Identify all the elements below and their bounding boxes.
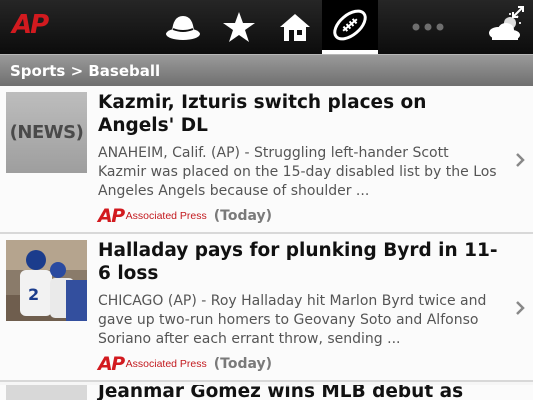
- source-name: Associated Press: [125, 210, 207, 222]
- news-thumbnail: (NEWS): [6, 92, 87, 173]
- news-thumbnail-label: (NEWS): [9, 122, 84, 143]
- article-thumbnail: [6, 385, 87, 400]
- breadcrumb[interactable]: Sports > Baseball: [0, 54, 533, 86]
- star-icon[interactable]: [211, 0, 267, 54]
- ap-logo[interactable]: AP: [12, 10, 49, 40]
- chevron-right-icon[interactable]: [515, 300, 525, 316]
- ap-source-logo: AP: [98, 205, 125, 227]
- article-source: AP Associated Press (Today): [98, 353, 272, 375]
- article-summary: CHICAGO (AP) - Roy Halladay hit Marlon B…: [98, 293, 487, 347]
- hat-icon[interactable]: [155, 0, 211, 54]
- list-item[interactable]: 2 Halladay pays for plunking Byrd in 11-…: [0, 234, 533, 382]
- source-name: Associated Press: [125, 358, 207, 370]
- chevron-right-icon[interactable]: [515, 152, 525, 168]
- list-item[interactable]: (NEWS) Kazmir, Izturis switch places on …: [0, 86, 533, 234]
- article-summary: ANAHEIM, Calif. (AP) - Struggling left-h…: [98, 145, 497, 199]
- article-list: (NEWS) Kazmir, Izturis switch places on …: [0, 86, 533, 382]
- football-icon[interactable]: [322, 0, 378, 54]
- ap-source-logo: AP: [98, 353, 125, 375]
- article-title[interactable]: Jeanmar Gomez wins MLB debut as: [98, 385, 463, 400]
- article-time: (Today): [213, 356, 273, 372]
- baseball-photo: 2: [6, 240, 87, 321]
- top-bar: AP: [0, 0, 533, 54]
- article-title[interactable]: Halladay pays for plunking Byrd in 11-6 …: [98, 239, 498, 285]
- list-item[interactable]: Jeanmar Gomez wins MLB debut as: [0, 385, 533, 400]
- article-title[interactable]: Kazmir, Izturis switch places on Angels'…: [98, 91, 498, 137]
- home-icon[interactable]: [267, 0, 323, 54]
- expand-icon[interactable]: [510, 4, 526, 20]
- svg-text:2: 2: [28, 285, 39, 304]
- article-source: AP Associated Press (Today): [98, 205, 272, 227]
- article-time: (Today): [213, 208, 273, 224]
- more-icon[interactable]: [400, 0, 456, 54]
